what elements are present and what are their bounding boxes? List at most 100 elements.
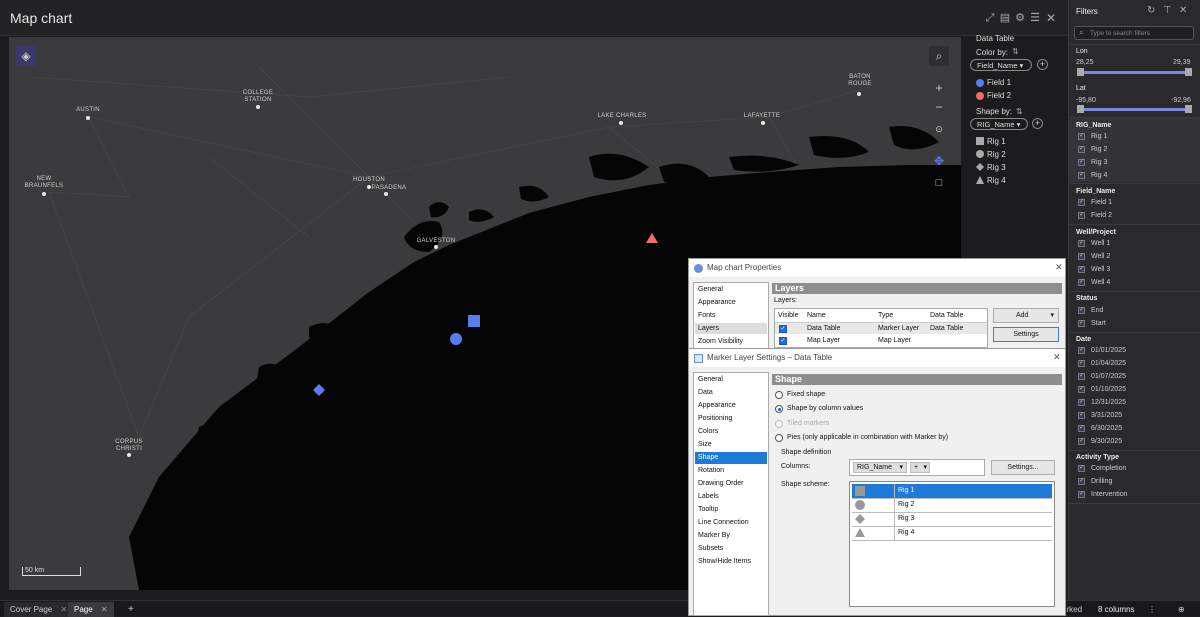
search-icon[interactable]: ⌕ bbox=[929, 46, 949, 66]
filter-checkbox[interactable]: ✓ Rig 4 bbox=[1078, 171, 1107, 182]
nav-item[interactable]: Labels bbox=[698, 493, 719, 500]
filter-checkbox[interactable]: ✓ 3/31/2025 bbox=[1078, 411, 1122, 422]
legend-item[interactable]: Field 2 bbox=[987, 91, 1011, 100]
map-marker-rig1[interactable] bbox=[468, 315, 480, 327]
nav-item[interactable]: Data bbox=[698, 389, 713, 396]
filter-checkbox[interactable]: ✓ Well 1 bbox=[1078, 239, 1110, 250]
layers-icon[interactable]: ◈ bbox=[16, 46, 36, 66]
zoom-out-button[interactable]: − bbox=[929, 97, 949, 117]
legend-item[interactable]: Rig 2 bbox=[987, 150, 1006, 159]
visible-checkbox[interactable]: ✓ bbox=[779, 325, 787, 333]
zoom-in-button[interactable]: + bbox=[929, 78, 949, 98]
add-color-icon[interactable]: + bbox=[1037, 59, 1048, 70]
pin-icon[interactable]: ⊤ bbox=[1163, 5, 1172, 16]
filter-checkbox[interactable]: ✓ Rig 2 bbox=[1078, 145, 1107, 156]
filter-checkbox[interactable]: ✓ 9/30/2025 bbox=[1078, 437, 1122, 448]
legend-item[interactable]: Rig 4 bbox=[987, 176, 1006, 185]
gear-icon[interactable]: ⚙ bbox=[1014, 12, 1026, 24]
more-icon[interactable]: ⋮ bbox=[1142, 602, 1162, 617]
columns-selector[interactable]: RIG_Name ▾ + ▾ bbox=[849, 459, 985, 476]
globe-icon[interactable]: ⊕ bbox=[1172, 602, 1191, 617]
expand-icon[interactable]: ⤢ bbox=[984, 12, 996, 24]
filter-checkbox[interactable]: ✓ End bbox=[1078, 306, 1103, 317]
sort-icon[interactable]: ⇅ bbox=[1012, 47, 1019, 56]
filter-checkbox[interactable]: ✓ Drilling bbox=[1078, 477, 1112, 488]
nav-item[interactable]: Colors bbox=[698, 428, 718, 435]
nav-item[interactable]: Size bbox=[698, 441, 712, 448]
sort-icon[interactable]: ⇅ bbox=[1016, 107, 1023, 116]
filter-checkbox[interactable]: ✓ Rig 1 bbox=[1078, 132, 1107, 143]
pies-radio[interactable] bbox=[775, 434, 783, 442]
filter-checkbox[interactable]: ✓ 6/30/2025 bbox=[1078, 424, 1122, 435]
map-marker-rig2[interactable] bbox=[450, 333, 462, 345]
nav-item[interactable]: Zoom Visibility bbox=[698, 338, 743, 345]
close-icon[interactable]: ✕ bbox=[1179, 5, 1187, 16]
legend-item[interactable]: Rig 1 bbox=[987, 137, 1006, 146]
filter-lat-slider[interactable] bbox=[1081, 108, 1187, 111]
legend-item[interactable]: Field 1 bbox=[987, 78, 1011, 87]
nav-item[interactable]: Positioning bbox=[698, 415, 732, 422]
filter-checkbox[interactable]: ✓ 01/01/2025 bbox=[1078, 346, 1126, 357]
nav-item[interactable]: Appearance bbox=[698, 402, 736, 409]
slider-handle[interactable] bbox=[1185, 105, 1192, 113]
nav-item-selected[interactable]: Layers bbox=[698, 325, 719, 332]
nav-item[interactable]: Fonts bbox=[698, 312, 716, 319]
map-marker-rig3[interactable] bbox=[313, 384, 325, 396]
filter-checkbox[interactable]: ✓ Field 1 bbox=[1078, 198, 1112, 209]
pan-icon[interactable]: ✥ bbox=[929, 151, 949, 171]
tab-page[interactable]: Page ✕ bbox=[68, 602, 114, 617]
close-icon[interactable]: ✕ bbox=[1055, 262, 1063, 273]
tab-cover-page[interactable]: Cover Page ✕ bbox=[4, 602, 74, 617]
filter-checkbox[interactable]: ✓ 12/31/2025 bbox=[1078, 398, 1126, 409]
nav-item[interactable]: Show/Hide Items bbox=[698, 558, 751, 565]
shape-by-selector[interactable]: RIG_Name ▾ bbox=[970, 118, 1028, 130]
filter-checkbox[interactable]: ✓ Well 2 bbox=[1078, 252, 1110, 263]
add-layer-button[interactable]: Add ▾ bbox=[993, 308, 1059, 323]
visible-checkbox[interactable]: ✓ bbox=[779, 337, 787, 345]
filter-checkbox[interactable]: ✓ Rig 3 bbox=[1078, 158, 1107, 169]
nav-item-selected[interactable]: Shape bbox=[698, 454, 718, 461]
rectangle-select-icon[interactable]: □ bbox=[929, 173, 949, 193]
filter-checkbox[interactable]: ✓ Field 2 bbox=[1078, 211, 1112, 222]
details-icon[interactable]: ▤ bbox=[999, 12, 1011, 24]
slider-handle[interactable] bbox=[1185, 68, 1192, 76]
add-page-button[interactable]: + bbox=[122, 602, 140, 617]
nav-item[interactable]: Tooltip bbox=[698, 506, 718, 513]
filter-lon-slider[interactable] bbox=[1081, 71, 1187, 74]
filter-checkbox[interactable]: ✓ Well 3 bbox=[1078, 265, 1110, 276]
legend-item[interactable]: Rig 3 bbox=[987, 163, 1006, 172]
nav-item[interactable]: Marker By bbox=[698, 532, 730, 539]
filter-checkbox[interactable]: ✓ Start bbox=[1078, 319, 1106, 330]
filter-checkbox[interactable]: ✓ Intervention bbox=[1078, 490, 1128, 501]
filter-checkbox[interactable]: ✓ Completion bbox=[1078, 464, 1126, 475]
nav-item[interactable]: Appearance bbox=[698, 299, 736, 306]
nav-item[interactable]: Drawing Order bbox=[698, 480, 744, 487]
add-column-chip[interactable]: + ▾ bbox=[910, 462, 930, 473]
list-icon[interactable]: ☰ bbox=[1029, 12, 1041, 24]
close-icon[interactable]: ✕ bbox=[1045, 12, 1057, 24]
nav-item[interactable]: General bbox=[698, 286, 723, 293]
fixed-shape-radio[interactable] bbox=[775, 391, 783, 399]
add-shape-icon[interactable]: + bbox=[1032, 118, 1043, 129]
layer-settings-button[interactable]: Settings bbox=[993, 327, 1059, 342]
nav-item[interactable]: Rotation bbox=[698, 467, 724, 474]
reset-icon[interactable]: ↻ bbox=[1147, 5, 1155, 16]
filter-checkbox[interactable]: ✓ 01/04/2025 bbox=[1078, 359, 1126, 370]
close-icon[interactable]: ✕ bbox=[1053, 352, 1061, 363]
filter-checkbox[interactable]: ✓ 01/07/2025 bbox=[1078, 372, 1126, 383]
color-by-selector[interactable]: Field_Name ▾ bbox=[970, 59, 1032, 71]
scheme-row-selected[interactable] bbox=[852, 484, 1052, 498]
nav-item[interactable]: Subsets bbox=[698, 545, 723, 552]
slider-handle[interactable] bbox=[1077, 68, 1084, 76]
shape-settings-button[interactable]: Settings... bbox=[991, 460, 1055, 475]
filter-checkbox[interactable]: ✓ Well 4 bbox=[1078, 278, 1110, 289]
nav-item[interactable]: General bbox=[698, 376, 723, 383]
column-chip[interactable]: RIG_Name ▾ bbox=[853, 462, 907, 473]
filter-search-input[interactable]: ⌕ Type to search filters bbox=[1074, 26, 1194, 40]
shape-by-column-radio[interactable] bbox=[775, 405, 783, 413]
slider-handle[interactable] bbox=[1077, 105, 1084, 113]
nav-item[interactable]: Line Connection bbox=[698, 519, 749, 526]
filter-checkbox[interactable]: ✓ 01/10/2025 bbox=[1078, 385, 1126, 396]
map-marker-rig4[interactable] bbox=[646, 233, 658, 243]
locate-icon[interactable]: ⊙ bbox=[929, 119, 949, 139]
